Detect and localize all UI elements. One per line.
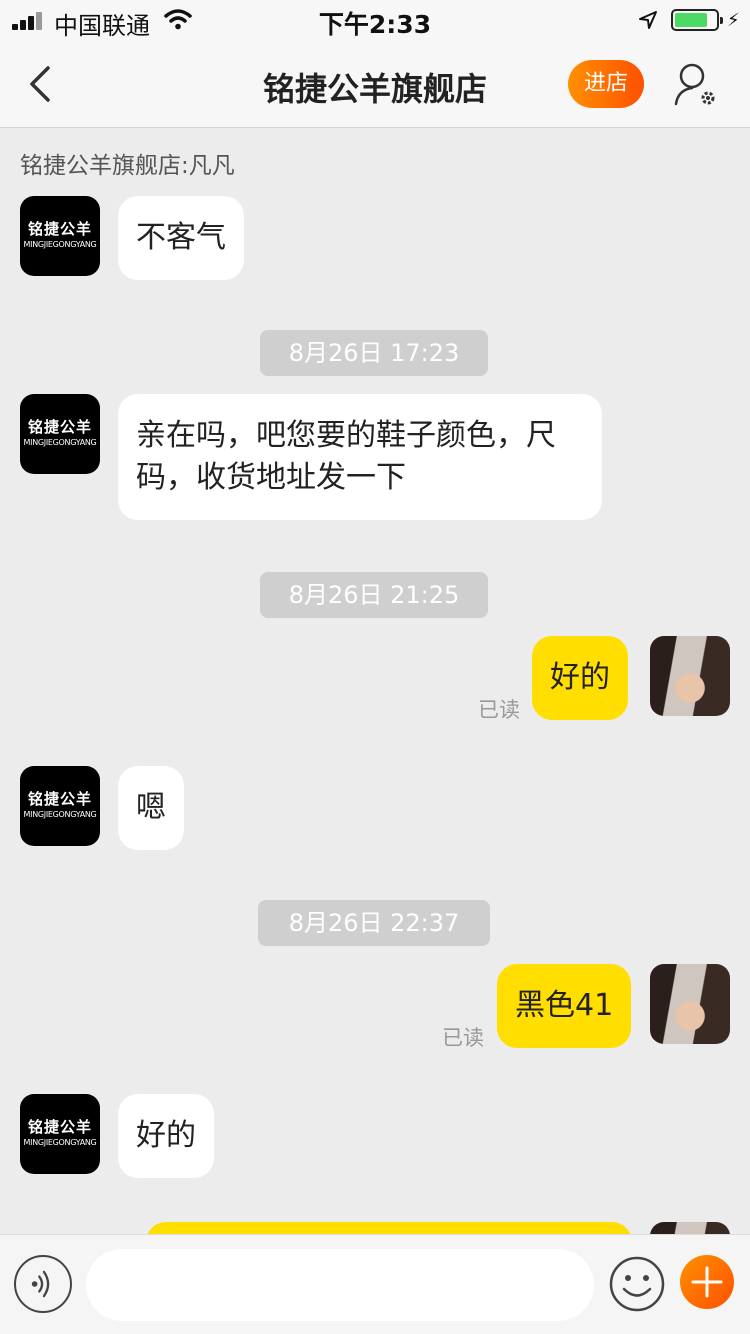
input-bar [0,1234,750,1334]
enter-store-button[interactable]: 进店 [568,60,644,108]
shop-avatar[interactable]: 铭捷公羊 MINGJIEGONGYANG [20,1094,100,1174]
sender-label: 铭捷公羊旗舰店:凡凡 [20,153,235,179]
read-receipt: 已读 [442,1026,484,1050]
shop-avatar[interactable]: 铭捷公羊 MINGJIEGONGYANG [20,766,100,846]
chat-timestamp: 8月26日 22:37 [258,900,490,946]
charging-icon: ⚡ [727,10,740,31]
shop-avatar[interactable]: 铭捷公羊 MINGJIEGONGYANG [20,196,100,276]
nav-bar: 铭捷公羊旗舰店 进店 [0,40,750,128]
chat-timestamp: 8月26日 17:23 [260,330,488,376]
outgoing-message[interactable]: 黑色41 [497,964,632,1048]
battery-icon [671,9,723,31]
read-receipt: 已读 [478,698,520,722]
user-avatar[interactable] [650,964,730,1044]
user-settings-icon[interactable] [672,60,720,108]
incoming-message[interactable]: 嗯 [118,766,184,850]
location-arrow-icon [639,11,657,29]
message-input[interactable] [86,1249,594,1321]
voice-input-icon[interactable] [14,1255,72,1313]
status-bar: 中国联通 下午2:33 ⚡ [0,0,750,40]
chat-timestamp: 8月26日 21:25 [260,572,488,618]
incoming-message[interactable]: 好的 [118,1094,214,1178]
incoming-message[interactable]: 亲在吗，吧您要的鞋子颜色，尺码，收货地址发一下 [118,394,602,520]
user-avatar[interactable] [650,636,730,716]
outgoing-message[interactable]: 好的 [532,636,628,720]
plus-icon[interactable] [680,1255,734,1309]
emoji-icon[interactable] [608,1255,666,1313]
shop-avatar[interactable]: 铭捷公羊 MINGJIEGONGYANG [20,394,100,474]
incoming-message[interactable]: 不客气 [118,196,244,280]
